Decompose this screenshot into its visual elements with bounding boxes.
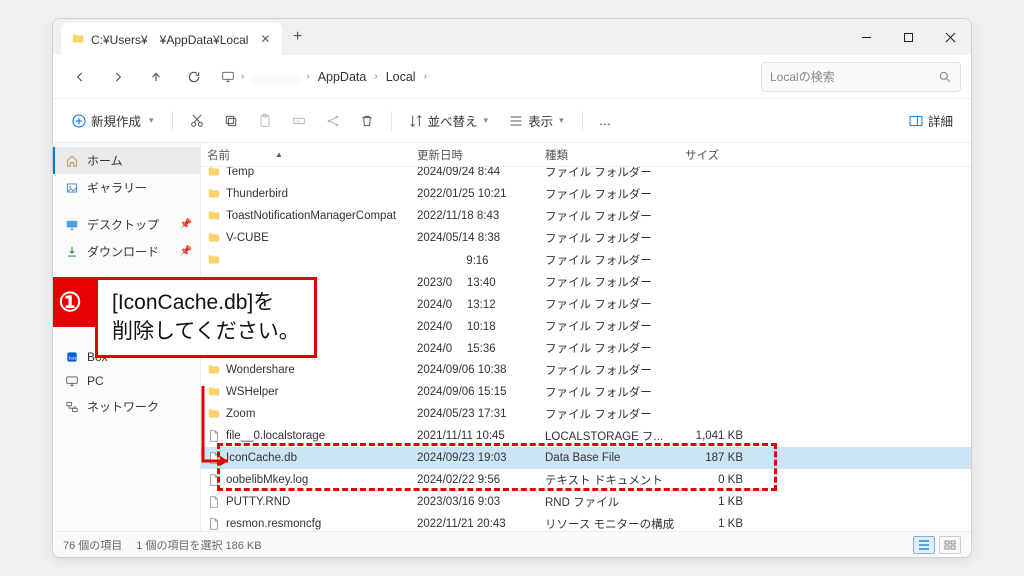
cut-button[interactable] [183,109,211,133]
monitor-icon [221,70,235,84]
search-input[interactable]: Localの検索 [761,62,961,92]
search-placeholder: Localの検索 [770,68,938,85]
col-name[interactable]: 名前▲ [207,147,417,163]
item-count: 76 個の項目 [63,537,122,553]
search-icon [938,70,952,84]
file-row[interactable]: Zoom2024/05/23 17:31ファイル フォルダー [201,403,971,425]
breadcrumb-appdata[interactable]: AppData [316,70,369,84]
home-icon [65,154,79,168]
view-icon [508,113,524,129]
active-tab[interactable]: C:¥Users¥ ¥AppData¥Local ✕ [61,23,282,55]
up-button[interactable] [139,60,173,94]
nav-toolbar: › ………… › AppData › Local › Localの検索 [53,55,971,99]
chevron-right-icon: › [304,71,311,82]
annotation-number: ① [52,277,95,327]
sidebar-item-home[interactable]: ホーム [53,147,200,174]
column-headers: 名前▲ 更新日時 種類 サイズ [201,143,971,167]
pc-icon [65,374,79,388]
details-pane-button[interactable]: 詳細 [902,107,959,134]
view-details-toggle[interactable] [913,536,935,554]
pin-icon: 📌 [180,246,192,257]
minimize-button[interactable] [845,19,887,55]
details-icon [908,113,924,129]
forward-button[interactable] [101,60,135,94]
trash-icon [359,113,375,129]
file-row[interactable]: Temp2024/09/24 8:44ファイル フォルダー [201,167,971,183]
network-icon [65,400,79,414]
copy-button[interactable] [217,109,245,133]
chevron-right-icon: › [422,71,429,82]
status-bar: 76 個の項目 1 個の項目を選択 186 KB [53,531,971,557]
file-row[interactable]: Thunderbird2022/01/25 10:21ファイル フォルダー [201,183,971,205]
maximize-button[interactable] [887,19,929,55]
rename-button[interactable]: A| [285,109,313,133]
cut-icon [189,113,205,129]
refresh-button[interactable] [177,60,211,94]
svg-text:A|: A| [295,118,299,123]
sort-asc-icon: ▲ [275,150,283,159]
breadcrumb-blurred[interactable]: ………… [250,70,300,84]
chevron-down-icon: ▾ [147,115,156,126]
sidebar-item-pc[interactable]: PC [53,369,200,393]
annotation-arrow-icon [183,381,243,481]
chevron-down-icon: ▾ [482,115,491,126]
breadcrumb-local[interactable]: Local [384,70,418,84]
file-row[interactable]: ToastNotificationManagerCompat2022/11/18… [201,205,971,227]
delete-button[interactable] [353,109,381,133]
window-controls [845,19,971,55]
folder-icon [71,32,85,46]
paste-icon [257,113,273,129]
chevron-right-icon: › [372,71,379,82]
sort-icon [408,113,424,129]
desktop-icon [65,218,79,232]
selection-info: 1 個の項目を選択 186 KB [136,537,261,553]
titlebar: C:¥Users¥ ¥AppData¥Local ✕ + [53,19,971,55]
file-row[interactable]: IconCache.db2024/09/23 19:03Data Base Fi… [201,447,971,469]
plus-circle-icon [71,113,87,129]
pin-icon: 📌 [180,219,192,230]
share-icon [325,113,341,129]
file-row[interactable]: oobelibMkey.log2024/02/22 9:56テキスト ドキュメン… [201,469,971,491]
rename-icon: A| [291,113,307,129]
col-date[interactable]: 更新日時 [417,147,545,163]
paste-button[interactable] [251,109,279,133]
close-window-button[interactable] [929,19,971,55]
col-kind[interactable]: 種類 [545,147,685,163]
file-row[interactable]: V-CUBE2024/05/14 8:38ファイル フォルダー [201,227,971,249]
sidebar-item-network[interactable]: ネットワーク [53,393,200,420]
view-button[interactable]: 表示 ▾ [502,107,572,134]
back-button[interactable] [63,60,97,94]
file-row[interactable]: resmon.resmoncfg2022/11/21 20:43リソース モニタ… [201,513,971,531]
action-toolbar: 新規作成 ▾ A| 並べ替え ▾ 表示 ▾ … 詳細 [53,99,971,143]
new-tab-button[interactable]: + [282,28,312,46]
sort-button[interactable]: 並べ替え ▾ [402,107,497,134]
download-icon [65,245,79,259]
more-button[interactable]: … [593,110,618,132]
share-button[interactable] [319,109,347,133]
breadcrumb[interactable]: › ………… › AppData › Local › [221,70,429,84]
explorer-window: C:¥Users¥ ¥AppData¥Local ✕ + › ………… › Ap… [52,18,972,558]
chevron-down-icon: ▾ [557,115,566,126]
file-row[interactable]: file__0.localstorage2021/11/11 10:45LOCA… [201,425,971,447]
gallery-icon [65,181,79,195]
tab-title: C:¥Users¥ ¥AppData¥Local [91,31,248,48]
file-row[interactable]: Wondershare2024/09/06 10:38ファイル フォルダー [201,359,971,381]
annotation-callout: ① [IconCache.db]を 削除してください。 [52,277,317,358]
close-tab-icon[interactable]: ✕ [260,32,270,46]
sidebar-item-downloads[interactable]: ダウンロード📌 [53,238,200,265]
sidebar-item-gallery[interactable]: ギャラリー [53,174,200,201]
chevron-right-icon: › [239,71,246,82]
annotation-text: [IconCache.db]を 削除してください。 [95,277,317,358]
sidebar-item-desktop[interactable]: デスクトップ📌 [53,211,200,238]
file-row[interactable]: WSHelper2024/09/06 15:15ファイル フォルダー [201,381,971,403]
file-row[interactable]: PUTTY.RND2023/03/16 9:03RND ファイル1 KB [201,491,971,513]
view-icons-toggle[interactable] [939,536,961,554]
new-button[interactable]: 新規作成 ▾ [65,107,162,134]
file-row[interactable]: 9:16ファイル フォルダー [201,249,971,271]
col-size[interactable]: サイズ [685,147,755,163]
copy-icon [223,113,239,129]
